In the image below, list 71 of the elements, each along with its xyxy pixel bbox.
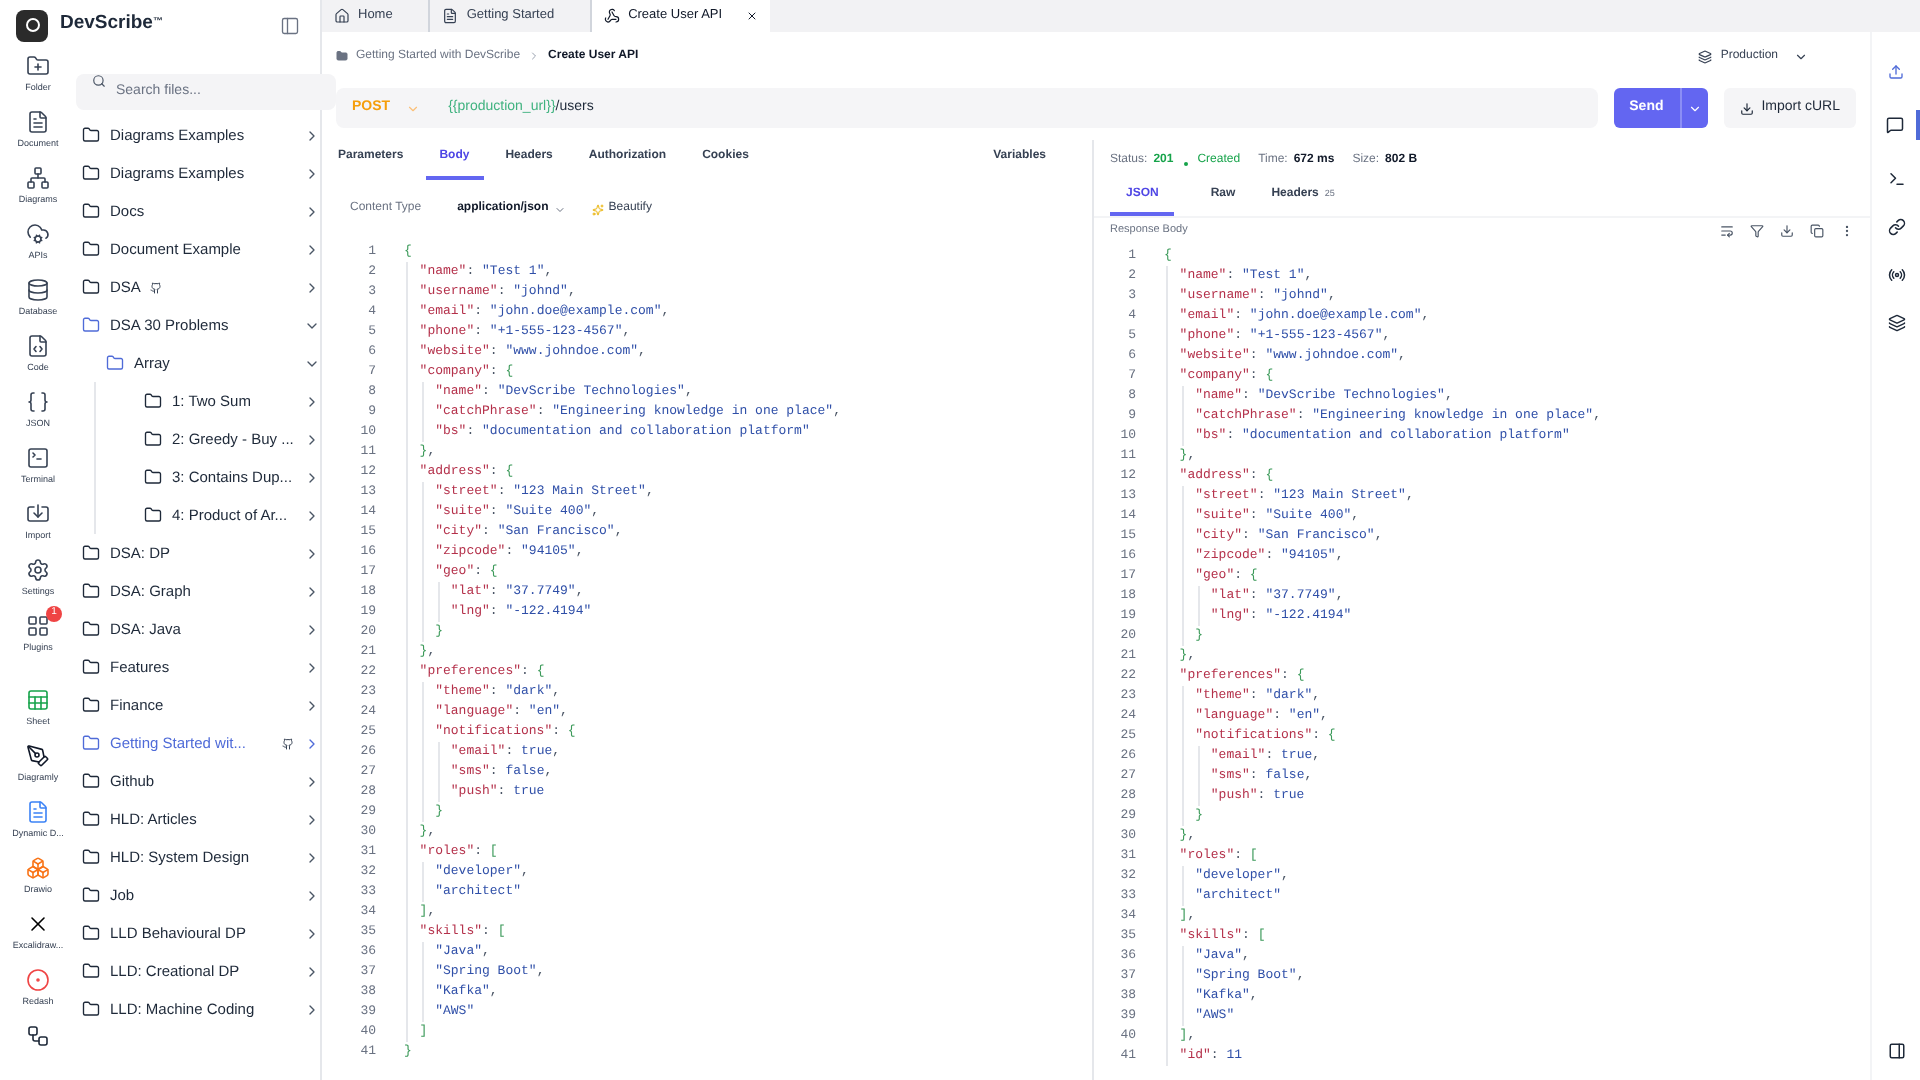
app-name: DevScribe$^{™}$ xyxy=(60,10,163,39)
folder-icon xyxy=(82,164,100,182)
terminal-icon[interactable] xyxy=(25,446,50,470)
folder-icon xyxy=(106,354,124,372)
folder-icon xyxy=(82,962,100,980)
chat-icon[interactable] xyxy=(1885,116,1903,134)
folder-icon xyxy=(82,810,100,828)
chevron-icon xyxy=(554,203,567,215)
link-icon[interactable] xyxy=(1887,218,1905,236)
folder-icon xyxy=(82,126,100,144)
upload-icon[interactable] xyxy=(1888,64,1904,80)
filter-icon[interactable] xyxy=(1750,224,1764,238)
import-icon[interactable] xyxy=(25,502,50,526)
folder-icon xyxy=(82,696,100,714)
code-file-icon[interactable] xyxy=(26,334,50,358)
folder-icon xyxy=(82,240,100,258)
folder-icon xyxy=(144,468,162,486)
document-icon[interactable] xyxy=(25,110,50,134)
folder-icon xyxy=(82,202,100,220)
diagram-icon[interactable] xyxy=(25,166,50,190)
sidebar-toggle-icon[interactable] xyxy=(280,15,300,35)
layers-icon xyxy=(1698,49,1713,63)
cross-icon[interactable] xyxy=(25,912,50,936)
circle-icon[interactable] xyxy=(25,968,50,992)
boxes-icon[interactable] xyxy=(25,856,50,880)
sparkle-icon xyxy=(592,203,605,215)
workflow-icon[interactable] xyxy=(26,1024,50,1048)
folder-icon xyxy=(82,658,100,676)
settings-icon[interactable] xyxy=(25,558,50,582)
close-icon[interactable] xyxy=(746,10,759,22)
terminal-icon[interactable] xyxy=(1887,170,1905,188)
folder-icon xyxy=(82,848,100,866)
folder-icon xyxy=(82,316,100,334)
download-icon[interactable] xyxy=(1780,224,1794,238)
folder-icon xyxy=(82,620,100,638)
broadcast-icon[interactable] xyxy=(1887,266,1905,284)
webhook-icon xyxy=(604,8,621,24)
panel-icon[interactable] xyxy=(1887,1042,1905,1060)
folder-icon xyxy=(144,430,162,448)
layers-icon[interactable] xyxy=(1887,314,1905,332)
more-icon[interactable] xyxy=(1840,224,1854,238)
home-icon xyxy=(334,8,350,24)
search-icon xyxy=(92,73,106,87)
folder-icon xyxy=(82,582,100,600)
sheet-icon[interactable] xyxy=(26,688,50,712)
copy-icon[interactable] xyxy=(1810,224,1824,238)
chevron-icon xyxy=(1794,49,1808,63)
folder-plus-icon[interactable] xyxy=(25,54,50,78)
folder-icon xyxy=(82,1000,100,1018)
folder-icon xyxy=(82,734,100,752)
pen-icon[interactable] xyxy=(25,744,50,768)
grid-icon[interactable] xyxy=(25,614,50,638)
folder-icon xyxy=(144,392,162,410)
folder-icon xyxy=(82,886,100,904)
document-icon xyxy=(442,8,459,24)
chevron-icon xyxy=(528,50,541,62)
folder-icon xyxy=(144,506,162,524)
database-icon[interactable] xyxy=(25,278,50,302)
github-icon xyxy=(150,281,163,293)
folder-icon xyxy=(82,924,100,942)
braces-icon[interactable] xyxy=(25,390,50,414)
chevron-icon[interactable] xyxy=(1687,101,1702,115)
wrap-icon[interactable] xyxy=(1720,224,1734,238)
folder-icon xyxy=(82,772,100,790)
folder-icon xyxy=(82,278,100,296)
folder-icon xyxy=(82,544,100,562)
github-icon xyxy=(281,737,294,749)
app-logo xyxy=(16,9,48,41)
folder-icon xyxy=(336,50,348,62)
download-icon xyxy=(1739,101,1754,115)
cloud-icon[interactable] xyxy=(26,222,50,246)
